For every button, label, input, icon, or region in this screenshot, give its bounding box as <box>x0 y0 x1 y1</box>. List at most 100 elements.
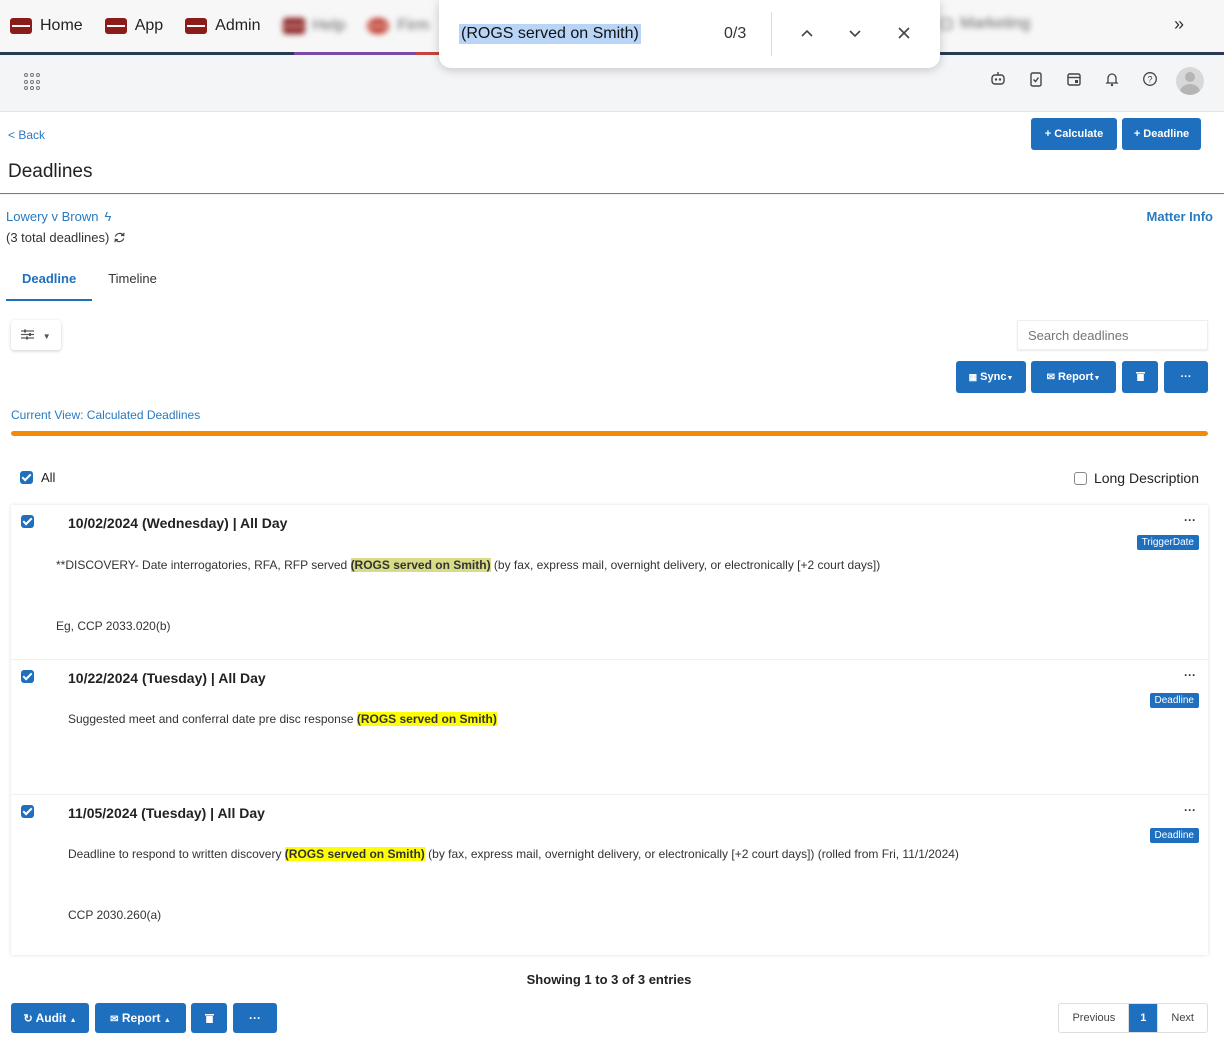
close-icon <box>898 27 910 39</box>
deadline-checkbox[interactable] <box>21 670 34 683</box>
more-options-button[interactable]: ··· <box>1164 361 1208 393</box>
calculate-button[interactable]: + Calculate <box>1031 118 1117 150</box>
trash-icon <box>204 1011 214 1025</box>
page-header: < Back Deadlines + Calculate + Deadline <box>0 112 1224 194</box>
find-bar: (ROGS served on Smith) 0/3 <box>439 0 940 68</box>
deadline-citation: CCP 2030.260(a) <box>68 908 162 922</box>
deadline-item: 11/05/2024 (Tuesday) | All Day ··· Deadl… <box>11 795 1208 955</box>
find-next-button[interactable] <box>841 20 869 48</box>
entries-summary: Showing 1 to 3 of 3 entries <box>526 972 692 987</box>
deadline-type-badge: Deadline <box>1149 828 1199 843</box>
matter-name-link[interactable]: Lowery v Brown ϟ <box>6 209 111 224</box>
bookmark-app[interactable]: App <box>104 17 163 35</box>
deadline-more-button[interactable]: ··· <box>1184 668 1196 682</box>
pagination: Previous 1 Next <box>1058 1003 1208 1033</box>
caret-down-icon: ▼ <box>1093 375 1101 382</box>
deadline-total: (3 total deadlines) <box>6 230 126 245</box>
bell-icon[interactable] <box>1102 71 1122 91</box>
footer-more-button[interactable]: ··· <box>233 1003 277 1033</box>
find-previous-button[interactable] <box>793 20 821 48</box>
caret-up-icon: ▲ <box>163 1017 171 1024</box>
deadline-citation: Eg, CCP 2033.020(b) <box>56 619 171 633</box>
bookmark-folder-icon <box>104 18 127 34</box>
find-input[interactable]: (ROGS served on Smith) <box>459 24 641 44</box>
deadline-type-badge: Deadline <box>1149 693 1199 708</box>
calendar-icon: ▦ <box>968 372 978 382</box>
envelope-icon: ✉ <box>1046 372 1055 383</box>
deadline-more-button[interactable]: ··· <box>1184 513 1196 527</box>
bookmark-admin[interactable]: Admin <box>185 17 261 35</box>
matter-info-link[interactable]: Matter Info <box>1147 209 1213 224</box>
audit-dropdown-button[interactable]: ↻ Audit ▲ <box>11 1003 89 1033</box>
deadline-date: 10/02/2024 (Wednesday) | All Day <box>68 515 288 531</box>
deadline-more-button[interactable]: ··· <box>1184 803 1196 817</box>
select-all-row[interactable]: All <box>20 470 55 485</box>
robot-icon[interactable] <box>988 71 1008 91</box>
trash-icon <box>1135 371 1145 383</box>
pagination-page-1[interactable]: 1 <box>1128 1004 1158 1032</box>
search-highlight: (ROGS served on Smith) <box>356 712 497 726</box>
pagination-previous[interactable]: Previous <box>1059 1004 1128 1032</box>
bookmark-firm[interactable]: Firm <box>367 17 429 35</box>
deadline-item: 10/22/2024 (Tuesday) | All Day ··· Deadl… <box>11 660 1208 795</box>
add-deadline-button[interactable]: + Deadline <box>1122 118 1201 150</box>
search-input[interactable] <box>1017 320 1208 350</box>
caret-down-icon: ▼ <box>42 332 51 341</box>
bookmarks-overflow-button[interactable]: » <box>1174 14 1184 35</box>
pagination-next[interactable]: Next <box>1157 1004 1207 1032</box>
footer-report-dropdown-button[interactable]: ✉ Report ▲ <box>95 1003 186 1033</box>
svg-text:?: ? <box>1147 74 1152 84</box>
select-all-checkbox[interactable] <box>20 471 33 484</box>
long-description-toggle[interactable]: Long Description <box>1073 470 1199 486</box>
refresh-icon: ↻ <box>23 1013 33 1025</box>
bookmark-marketing[interactable]: Marketing <box>940 15 1030 33</box>
view-tabs: Deadline Timeline <box>6 265 173 301</box>
search-highlight: (ROGS served on Smith) <box>284 847 425 861</box>
long-description-checkbox[interactable] <box>1073 471 1087 485</box>
find-close-button[interactable] <box>890 20 918 48</box>
matter-panel: Lowery v Brown ϟ (3 total deadlines) Matt… <box>0 195 1224 1063</box>
refresh-icon[interactable] <box>113 230 126 245</box>
view-progress-fill <box>11 431 1208 436</box>
filter-dropdown-button[interactable]: ▼ <box>11 320 61 350</box>
deadline-description: **DISCOVERY- Date interrogatories, RFA, … <box>56 558 881 572</box>
bookmark-folder-icon <box>185 18 208 34</box>
sync-dropdown-button[interactable]: ▦ Sync▼ <box>956 361 1026 393</box>
lightning-icon: ϟ <box>104 209 112 224</box>
bookmark-folder-icon <box>10 18 32 34</box>
footer-delete-button[interactable] <box>191 1003 227 1033</box>
tab-timeline[interactable]: Timeline <box>92 265 173 301</box>
deadline-list: 10/02/2024 (Wednesday) | All Day ··· Tri… <box>11 505 1208 955</box>
deadline-type-badge: TriggerDate <box>1136 535 1199 550</box>
deadline-date: 10/22/2024 (Tuesday) | All Day <box>68 670 266 686</box>
envelope-icon: ✉ <box>110 1014 119 1025</box>
bookmark-home[interactable]: Home <box>10 17 83 35</box>
bookmark-folder-icon <box>367 18 390 34</box>
calendar-icon[interactable] <box>1064 71 1084 91</box>
report-dropdown-button[interactable]: ✉ Report▼ <box>1031 361 1116 393</box>
delete-button[interactable] <box>1122 361 1158 393</box>
deadline-date: 11/05/2024 (Tuesday) | All Day <box>68 805 265 821</box>
tab-deadline[interactable]: Deadline <box>6 265 93 301</box>
current-view-label[interactable]: Current View: Calculated Deadlines <box>11 408 200 422</box>
search-highlight: (ROGS served on Smith) <box>350 558 491 572</box>
chevron-up-icon <box>801 29 813 37</box>
caret-up-icon: ▲ <box>69 1017 77 1024</box>
page-title: Deadlines <box>8 161 93 182</box>
deadline-checkbox[interactable] <box>21 515 34 528</box>
folder-icon <box>940 19 952 29</box>
caret-down-icon: ▼ <box>1006 375 1014 382</box>
find-match-count: 0/3 <box>724 25 747 42</box>
help-icon[interactable]: ? <box>1140 71 1160 91</box>
deadline-checkbox[interactable] <box>21 805 34 818</box>
deadline-description: Suggested meet and conferral date pre di… <box>68 712 497 726</box>
back-link[interactable]: < Back <box>8 128 45 142</box>
sliders-icon <box>21 328 37 342</box>
avatar[interactable] <box>1176 67 1204 95</box>
bookmark-folder-icon <box>282 18 305 34</box>
header-actions: ? <box>970 67 1204 95</box>
app-launcher-icon[interactable] <box>24 73 42 91</box>
find-divider <box>771 12 772 56</box>
bookmark-help[interactable]: Help <box>282 17 345 35</box>
clipboard-check-icon[interactable] <box>1026 71 1046 91</box>
